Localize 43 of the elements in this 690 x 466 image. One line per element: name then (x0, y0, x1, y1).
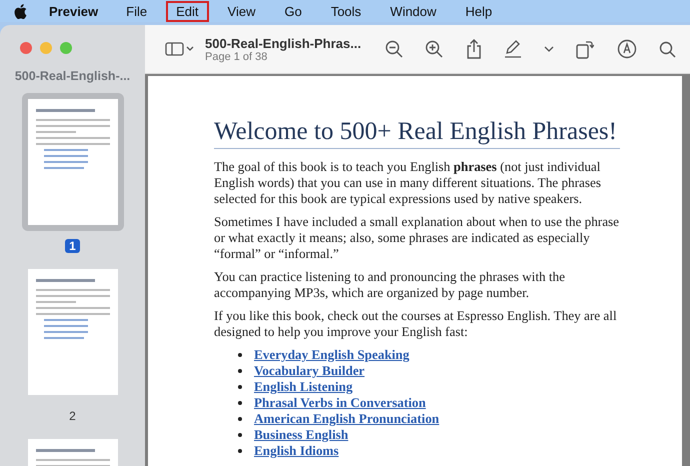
page-count: Page 1 of 38 (205, 50, 268, 62)
zoom-in-icon[interactable] (425, 40, 444, 58)
bullet-icon (238, 417, 242, 421)
zoom-out-icon[interactable] (385, 40, 403, 58)
sidebar-title: 500-Real-English-... (14, 69, 130, 83)
menu-item[interactable]: Help (455, 0, 502, 22)
bullet-icon (238, 353, 242, 357)
course-link[interactable]: Vocabulary Builder (254, 363, 365, 379)
page-number: 1 (65, 239, 80, 253)
menu-item[interactable]: Tools (320, 0, 372, 22)
markup-icon[interactable] (616, 39, 637, 59)
course-link[interactable]: Phrasal Verbs in Conversation (254, 395, 426, 411)
share-icon[interactable] (466, 39, 482, 59)
page-number: 2 (68, 409, 77, 423)
apple-logo-icon[interactable] (14, 4, 27, 18)
app-menu[interactable]: Preview (49, 4, 98, 18)
pen-icon[interactable] (504, 40, 522, 58)
page-thumbnail[interactable] (22, 93, 124, 231)
course-link[interactable]: American English Pronunciation (254, 411, 440, 427)
search-icon[interactable] (658, 40, 676, 58)
course-link[interactable]: Business English (254, 427, 348, 443)
sidebar-toggle-icon[interactable] (165, 41, 195, 57)
paragraph: If you like this book, check out the courses at Espresso English. They are all designed to help you improve your English fast: (214, 308, 618, 340)
document-title: 500-Real-English-Phras... (205, 36, 362, 50)
paragraph: The goal of this book is to teach you English phrases (not just individual English words) that you can use in many different situations. The phrases selected for this book are typical expressions used by native speakers. (214, 159, 602, 207)
course-link[interactable]: English Listening (254, 379, 353, 395)
paragraph: Sometimes I have included a small explanation about when to use the phrase or what exactly it means; also, some phrases are indicated as especially “formal” or “informal.” (214, 214, 620, 262)
bullet-icon (238, 433, 242, 437)
bullet-icon (238, 401, 242, 405)
bullet-icon (238, 449, 242, 453)
course-link[interactable]: Everyday English Speaking (254, 347, 410, 363)
menu-item[interactable]: Window (380, 0, 446, 22)
bullet-icon (238, 385, 242, 389)
menu-item[interactable]: View (218, 0, 266, 22)
menu-item[interactable]: Edit (166, 0, 209, 22)
menu-item[interactable]: Go (274, 0, 312, 22)
document-heading: Welcome to 500+ Real English Phrases! (214, 118, 620, 149)
menu-item[interactable]: File (116, 0, 158, 22)
course-link[interactable]: English Idioms (254, 443, 339, 459)
bullet-icon (238, 369, 242, 373)
rotate-icon[interactable] (576, 39, 594, 59)
paragraph: You can practice listening to and pronouncing the phrases with the accompanying MP3s, which are organized by page number. (214, 269, 566, 301)
caret-icon[interactable] (544, 46, 554, 52)
